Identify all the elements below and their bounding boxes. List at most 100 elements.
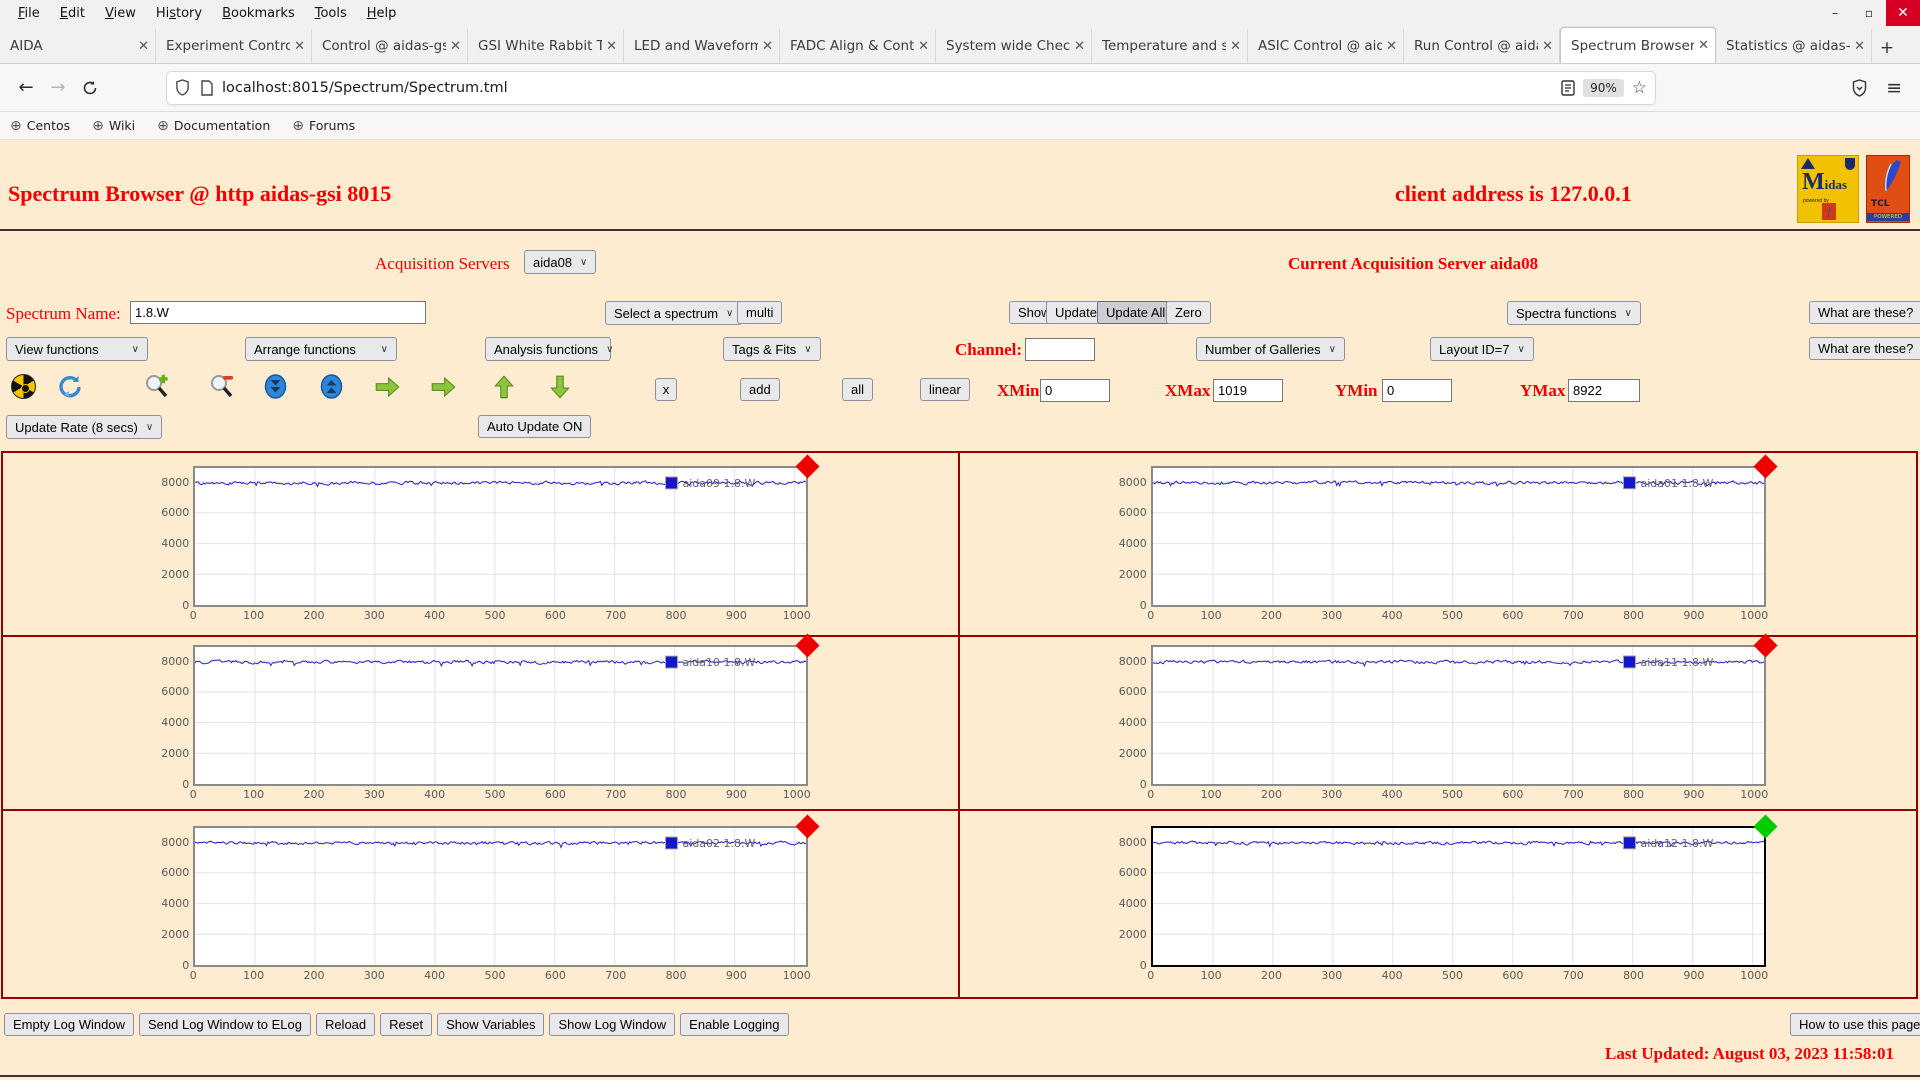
update-all-button[interactable]: Update All <box>1097 301 1175 324</box>
tab-close-icon[interactable]: ✕ <box>1074 39 1085 54</box>
forward-button[interactable]: → <box>42 72 74 104</box>
spectrum-chart-cell[interactable]: 0 2000 4000 6000 8000 aida11 1.8.W 0 100 200 300 4… <box>959 632 1916 811</box>
spectrum-chart-cell[interactable]: 0 2000 4000 6000 8000 aida02 1.8.W 0 100 200 300 4… <box>3 811 960 997</box>
tab-close-icon[interactable]: ✕ <box>1542 39 1553 54</box>
what-are-these-button-1[interactable]: What are these? <box>1809 301 1920 324</box>
select-a-spectrum-select[interactable]: Select a spectrum <box>605 301 743 325</box>
menu-tools[interactable]: Tools <box>305 3 357 24</box>
url-text[interactable]: localhost:8015/Spectrum/Spectrum.tml <box>222 80 1561 96</box>
footer-empty-log-window[interactable]: Empty Log Window <box>4 1013 134 1036</box>
tab-close-icon[interactable]: ✕ <box>1854 39 1865 54</box>
arrow-up-icon[interactable] <box>490 373 517 400</box>
spectrum-chart-cell[interactable]: 0 2000 4000 6000 8000 aida01 1.8.W 0 100 200 300 4… <box>959 453 1916 637</box>
view-functions-select[interactable]: View functions <box>6 337 148 361</box>
multi-button[interactable]: multi <box>737 301 783 324</box>
maximize-button[interactable]: ▫ <box>1852 0 1886 26</box>
zoom-in-icon[interactable] <box>143 373 170 400</box>
arrow-right-icon[interactable] <box>430 373 457 400</box>
tab-close-icon[interactable]: ✕ <box>1698 38 1709 53</box>
analysis-functions-select[interactable]: Analysis functions <box>485 337 611 361</box>
bookmark-wiki[interactable]: ⊕ Wiki <box>92 118 135 134</box>
new-tab-button[interactable]: + <box>1872 33 1902 63</box>
tab-spectrum-browser[interactable]: Spectrum Browser ✕ <box>1560 27 1716 63</box>
footer-reset[interactable]: Reset <box>380 1013 433 1036</box>
plot-area[interactable]: aida12 1.8.W <box>1150 813 1778 967</box>
tab-led-and-waveform[interactable]: LED and Waveform ✕ <box>624 29 780 63</box>
tab-close-icon[interactable]: ✕ <box>606 39 617 54</box>
xmax-input[interactable]: 1019 <box>1213 379 1283 402</box>
zoom-out-icon[interactable] <box>208 373 235 400</box>
bookmark-centos[interactable]: ⊕ Centos <box>10 118 70 134</box>
menu-bookmarks[interactable]: Bookmarks <box>212 3 305 24</box>
bookmark-documentation[interactable]: ⊕ Documentation <box>157 118 270 134</box>
bookmark-star-icon[interactable]: ☆ <box>1632 78 1647 98</box>
tab-close-icon[interactable]: ✕ <box>918 39 929 54</box>
acquisition-server-select[interactable]: aida08 <box>524 250 597 274</box>
refresh-icon[interactable] <box>56 373 83 400</box>
reload-button[interactable] <box>74 72 106 104</box>
tab-close-icon[interactable]: ✕ <box>1386 39 1397 54</box>
zero-button[interactable]: Zero <box>1166 301 1211 324</box>
tab-fadc-align-cont[interactable]: FADC Align & Cont ✕ <box>780 29 936 63</box>
how-to-use-button[interactable]: How to use this page <box>1790 1013 1920 1036</box>
linear-button[interactable]: linear <box>920 378 970 401</box>
arrow-left-icon[interactable] <box>374 373 401 400</box>
minimize-button[interactable]: – <box>1818 0 1852 26</box>
close-button[interactable]: ✕ <box>1886 0 1920 26</box>
menu-hamburger-icon[interactable]: ≡ <box>1886 77 1902 99</box>
x-button[interactable]: x <box>655 378 677 401</box>
menu-history[interactable]: History <box>146 3 212 24</box>
all-button[interactable]: all <box>842 378 874 401</box>
tab-asic-control-aid[interactable]: ASIC Control @ aid ✕ <box>1248 29 1404 63</box>
menu-file[interactable]: File <box>8 3 50 24</box>
tab-close-icon[interactable]: ✕ <box>450 39 461 54</box>
compress-vertical-icon[interactable] <box>262 373 289 400</box>
bookmark-forums[interactable]: ⊕ Forums <box>292 118 355 134</box>
footer-enable-logging[interactable]: Enable Logging <box>680 1013 789 1036</box>
account-shield-icon[interactable] <box>1851 78 1868 97</box>
tab-close-icon[interactable]: ✕ <box>1230 39 1241 54</box>
add-button[interactable]: add <box>740 378 780 401</box>
channel-input[interactable] <box>1025 338 1095 361</box>
url-bar[interactable]: localhost:8015/Spectrum/Spectrum.tml 90%… <box>166 70 1656 105</box>
auto-update-button[interactable]: Auto Update ON <box>478 415 592 438</box>
tags-fits-select[interactable]: Tags & Fits <box>723 337 821 361</box>
spectrum-chart-cell[interactable]: 0 2000 4000 6000 8000 aida12 1.8.W 0 100 200 300 4… <box>960 811 1917 997</box>
tab-aida[interactable]: AIDA ✕ <box>0 29 156 63</box>
plot-area[interactable]: aida10 1.8.W <box>193 632 820 786</box>
reader-mode-icon[interactable] <box>1561 79 1575 96</box>
spectrum-chart-cell[interactable]: 0 2000 4000 6000 8000 aida10 1.8.W 0 100 200 300 4… <box>3 632 960 811</box>
number-of-galleries-select[interactable]: Number of Galleries <box>1196 337 1345 361</box>
tab-experiment-control[interactable]: Experiment Control ✕ <box>156 29 312 63</box>
what-are-these-button-2[interactable]: What are these? <box>1809 337 1920 360</box>
spectra-functions-select[interactable]: Spectra functions <box>1507 301 1641 325</box>
layout-id-select[interactable]: Layout ID=7 <box>1430 337 1534 361</box>
arrow-down-icon[interactable] <box>546 373 573 400</box>
plot-area[interactable]: aida01 1.8.W <box>1150 453 1778 607</box>
tab-close-icon[interactable]: ✕ <box>762 39 773 54</box>
tab-temperature-and-s[interactable]: Temperature and s ✕ <box>1092 29 1248 63</box>
ymax-input[interactable]: 8922 <box>1568 379 1640 402</box>
footer-show-log-window[interactable]: Show Log Window <box>549 1013 676 1036</box>
footer-send-log-window-to-elog[interactable]: Send Log Window to ELog <box>139 1013 311 1036</box>
tab-gsi-white-rabbit-t[interactable]: GSI White Rabbit T ✕ <box>468 29 624 63</box>
update-rate-select[interactable]: Update Rate (8 secs) <box>6 415 163 439</box>
tab-control-aidas-gsi[interactable]: Control @ aidas-gsi ✕ <box>312 29 468 63</box>
plot-area[interactable]: aida02 1.8.W <box>193 813 820 967</box>
plot-area[interactable]: aida11 1.8.W <box>1150 632 1778 786</box>
menu-help[interactable]: Help <box>357 3 407 24</box>
tab-system-wide-check[interactable]: System wide Check ✕ <box>936 29 1092 63</box>
tab-close-icon[interactable]: ✕ <box>138 39 149 54</box>
footer-reload[interactable]: Reload <box>315 1013 376 1036</box>
back-button[interactable]: ← <box>10 72 42 104</box>
spectrum-chart-cell[interactable]: 0 2000 4000 6000 8000 aida09 1.8.W 0 100 200 300 4… <box>3 453 960 637</box>
footer-show-variables[interactable]: Show Variables <box>437 1013 545 1036</box>
radioactive-icon[interactable] <box>10 373 37 400</box>
menu-view[interactable]: View <box>95 3 146 24</box>
arrange-functions-select[interactable]: Arrange functions <box>245 337 397 361</box>
spectrum-name-input[interactable]: 1.8.W <box>130 301 426 324</box>
tab-run-control-aida[interactable]: Run Control @ aida ✕ <box>1404 29 1560 63</box>
xmin-input[interactable]: 0 <box>1040 379 1110 402</box>
menu-edit[interactable]: Edit <box>50 3 95 24</box>
ymin-input[interactable]: 0 <box>1382 379 1452 402</box>
